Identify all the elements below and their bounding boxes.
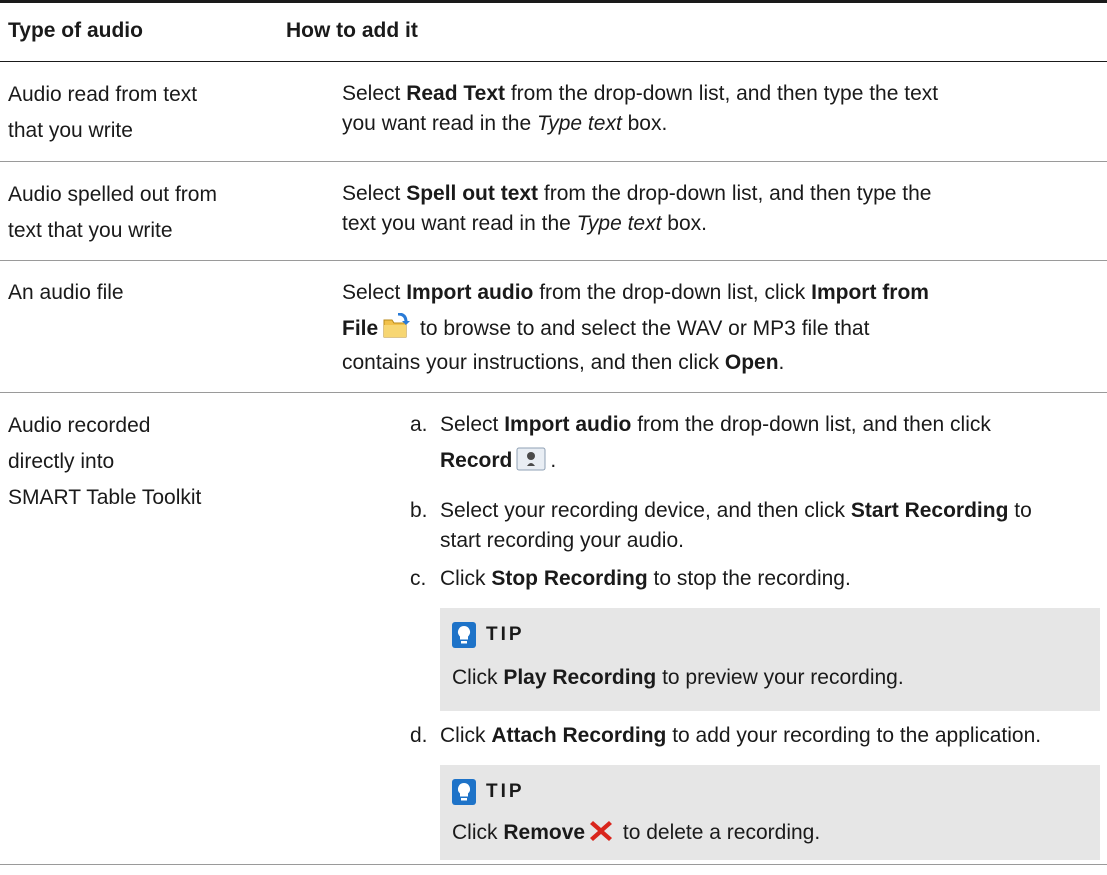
step-d: Click Attach Recording to add your recor… [440, 718, 1100, 754]
how-line: contains your instructions, and then cli… [342, 351, 785, 374]
step-letter: d. [410, 724, 428, 747]
row-type-cell: An audio file [8, 275, 258, 311]
type-line: Audio spelled out from [8, 183, 217, 206]
step-b: Select your recording device, and then c… [440, 493, 1100, 559]
record-microphone-icon[interactable] [516, 447, 546, 483]
document-page: Type of audio How to add it Audio read f… [0, 0, 1107, 875]
step-c: Click Stop Recording to stop the recordi… [440, 561, 1100, 597]
step-a: Select Import audio from the drop-down l… [440, 407, 1100, 483]
table-row: Audio recorded directly into SMART Table… [0, 393, 1107, 865]
type-line: Audio read from text [8, 83, 198, 106]
tip-text: Click Play Recording to preview your rec… [452, 666, 904, 689]
lightbulb-icon [452, 779, 476, 805]
type-line: An audio file [8, 281, 124, 304]
step-letter: b. [410, 499, 428, 522]
step-line: Click Attach Recording to add your recor… [440, 724, 1042, 747]
step-letter: a. [410, 413, 428, 436]
row-type-cell: Audio spelled out from text that you wri… [8, 177, 258, 249]
table-row: An audio file Select Import audio from t… [0, 261, 1107, 393]
lightbulb-icon [452, 622, 476, 648]
row-how-cell: Select Spell out text from the drop-down… [342, 176, 1097, 242]
step-line: Record. [440, 443, 1100, 483]
how-line: Select Import audio from the drop-down l… [342, 281, 929, 304]
header-how-to-add: How to add it [286, 19, 418, 42]
type-line: directly into [8, 450, 115, 473]
step-line: Select Import audio from the drop-down l… [440, 413, 991, 436]
red-x-remove-icon[interactable] [589, 819, 613, 855]
tip-box: TIP Click Remove to delete a recording. [440, 765, 1100, 860]
tip-title: TIP [486, 781, 525, 802]
type-line: SMART Table Toolkit [8, 486, 202, 509]
type-line: text that you write [8, 219, 173, 242]
table-header: Type of audio How to add it [0, 0, 1107, 62]
tip-text: Click Remove to delete a recording. [452, 815, 820, 855]
header-type-of-audio: Type of audio [8, 19, 143, 42]
row-how-cell: Select Import audio from the drop-down l… [342, 275, 1097, 381]
table-row: Audio read from text that you write Sele… [0, 62, 1107, 162]
row-how-cell: Select Read Text from the drop-down list… [342, 76, 1097, 142]
type-line: that you write [8, 119, 133, 142]
row-type-cell: Audio recorded directly into SMART Table… [8, 408, 258, 516]
step-line: Click Stop Recording to stop the recordi… [440, 567, 851, 590]
type-line: Audio recorded [8, 414, 151, 437]
step-letter: c. [410, 567, 427, 590]
tip-title: TIP [486, 624, 525, 645]
row-type-cell: Audio read from text that you write [8, 77, 258, 149]
tip-box: TIP Click Play Recording to preview your… [440, 608, 1100, 711]
table-row: Audio spelled out from text that you wri… [0, 162, 1107, 261]
